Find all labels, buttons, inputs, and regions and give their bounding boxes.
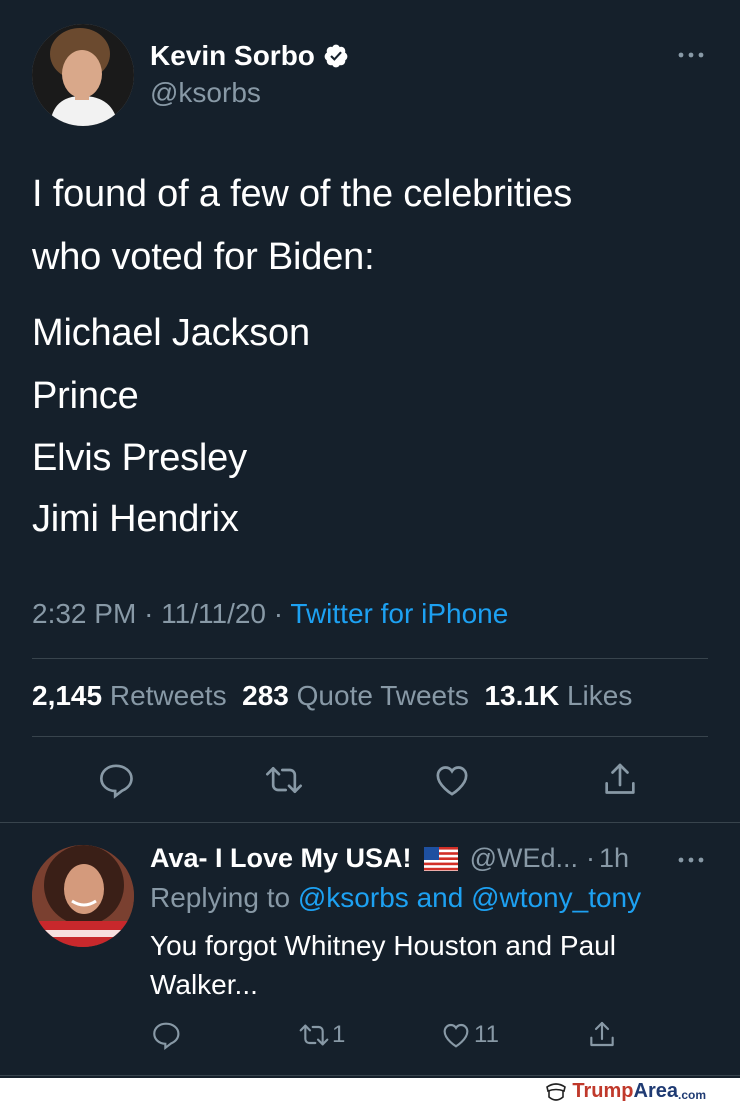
reply-more-options-icon[interactable] [676,850,706,870]
watermark-footer: Trump Area .com [0,1078,740,1105]
brand-part-3: .com [677,1087,706,1102]
reply-text-line: Walker... [150,969,258,1000]
tweet-time[interactable]: 2:32 PM [32,598,136,629]
author-name-row: Kevin Sorbo [150,40,349,72]
reply-age[interactable]: 1h [599,843,629,874]
main-tweet: Kevin Sorbo @ksorbs I found of a few of … [0,0,740,822]
quotes-label: Quote Tweets [296,680,469,711]
likes-stat[interactable]: 13.1K Likes [484,680,632,711]
author-handle[interactable]: @ksorbs [150,77,261,109]
reply-icon [153,1022,180,1050]
tweet-text-line: I found of a few of the celebrities [32,173,573,215]
tweet-source[interactable]: Twitter for iPhone [290,598,508,629]
likes-label: Likes [566,680,633,711]
tweet-meta: 2:32 PM · 11/11/20 · Twitter for iPhone [32,598,508,630]
trump-hair-icon [546,1082,567,1101]
tweet-text-line: who voted for Biden: [32,236,375,278]
reply-share-button[interactable] [586,1018,618,1052]
retweets-stat[interactable]: 2,145 Retweets [32,680,227,711]
share-button[interactable] [600,760,640,800]
reply-retweet-count: 1 [332,1021,346,1048]
retweets-count: 2,145 [32,680,103,711]
tweet-list-line: Prince [32,375,139,417]
share-icon [590,1021,614,1047]
mention-link[interactable]: @wtony_tony [471,882,641,913]
reply-divider [0,1075,740,1076]
reply-icon [99,764,133,799]
reply-author-avatar[interactable] [32,845,134,947]
tweet-list-line: Michael Jackson [32,312,310,354]
like-icon [436,766,468,796]
meta-separator: · [144,598,162,629]
reply-reply-button[interactable] [150,1018,182,1052]
tweet-list-line: Elvis Presley [32,437,247,479]
watermark-logo: Trump Area .com [544,1080,706,1103]
reply-meta-separator: · [585,843,595,873]
replying-to: Replying to @ksorbs and @wtony_tony [150,882,641,914]
retweet-icon [299,1024,329,1046]
divider [32,658,708,659]
brand-part-2: Area [633,1080,678,1102]
reply-retweet-button[interactable]: 1 [298,1018,345,1052]
replying-prefix: Replying to [150,882,291,913]
tweet-list-line: Jimi Hendrix [32,498,239,540]
tweet-date[interactable]: 11/11/20 [161,598,266,629]
quotes-stat[interactable]: 283 Quote Tweets [242,680,469,711]
retweets-label: Retweets [109,680,227,711]
retweet-button[interactable] [264,760,304,800]
quotes-count: 283 [242,680,289,711]
retweet-icon [266,767,302,793]
more-options-icon[interactable] [676,45,706,65]
reply-like-count: 11 [474,1021,499,1048]
tweet-divider [0,822,740,823]
author-avatar[interactable] [32,24,134,126]
divider [32,736,708,737]
brand-part-1: Trump [572,1080,634,1102]
author-name[interactable]: Kevin Sorbo [150,40,315,72]
reply-button[interactable] [96,760,136,800]
like-button[interactable] [432,760,472,800]
mention-link[interactable]: @ksorbs [298,882,409,913]
tweet-stats: 2,145 Retweets 283 Quote Tweets 13.1K Li… [32,680,632,712]
us-flag-icon [423,846,458,871]
meta-separator: · [273,598,291,629]
reply-author-handle[interactable]: @WEd... [470,843,578,874]
share-icon [605,763,635,794]
verified-badge-icon [324,44,348,68]
reply-like-button[interactable]: 11 [440,1018,499,1052]
mention-joiner: and [416,882,464,913]
reply-header: Ava- I Love My USA! @WEd... · 1h [150,843,629,874]
likes-count: 13.1K [484,680,560,711]
reply-text-line: You forgot Whitney Houston and Paul [150,930,616,961]
reply-author-name[interactable]: Ava- I Love My USA! [150,843,412,874]
like-icon [443,1023,469,1048]
